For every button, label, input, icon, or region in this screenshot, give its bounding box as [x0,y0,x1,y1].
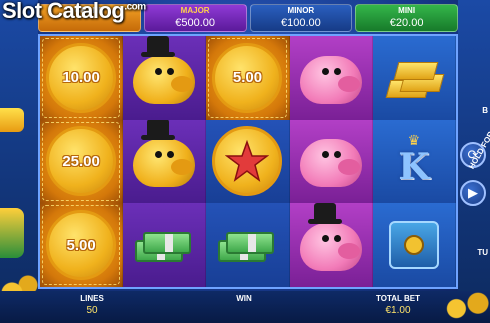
right-label-b: B [482,106,488,115]
total-bet-value: €1.00 [385,305,411,316]
top-hat-icon [141,119,176,141]
pink-piggy-bank-symbol [299,139,362,188]
coin-value: 25.00 [62,152,100,170]
reel-cell [289,119,373,204]
king-card-symbol: ♛ K [398,133,430,189]
coin-symbol: 25.00 [46,126,117,197]
lines-stat: LINES 50 [70,294,114,318]
coin-value: 5.00 [232,69,263,87]
reel-cell [372,203,456,287]
reel-cell [123,203,207,287]
total-bet-label: TOTAL BET [376,294,420,303]
reel-cell [289,36,373,120]
gold-piggy-bank-symbol [133,36,196,104]
top-hat-icon [141,36,176,57]
reel-grid: 10.00 5.00 25.00 ♛ K 5.00 [38,34,458,289]
pink-piggy-bank-symbol [299,55,362,104]
reel-cell [372,36,456,120]
turbo-label: TU [477,248,488,257]
coin-value: 5.00 [66,236,96,254]
reel-cell: 5.00 [206,36,290,120]
jackpot-value: €100.00 [280,17,321,29]
lines-value: 50 [86,305,98,316]
jackpot-minor: MINOR €100.00 [249,4,353,32]
card-letter: K [398,146,430,189]
reel-cell [206,119,290,204]
jackpot-label: MINOR [287,6,315,15]
safe-dial-icon [403,235,424,256]
coin-value: 10.00 [62,69,100,87]
autoplay-button[interactable]: ▶ [460,180,486,206]
jackpot-label: MAJOR [180,6,210,15]
reel-cell [123,119,207,204]
reel-cell: 10.00 [40,36,124,120]
bottom-bar: LINES 50 WIN TOTAL BET €1.00 [0,287,490,323]
game-logo-fragment-lower [0,208,24,258]
cash-stack-symbol [135,228,193,263]
safe-symbol [388,221,439,270]
coin-symbol: 5.00 [212,42,283,113]
reel-cell: ♛ K [372,119,456,204]
jackpot-major: MAJOR €500.00 [143,4,247,32]
coin-symbol: 10.00 [46,42,117,113]
star-icon [225,140,270,183]
jackpot-value: €20.00 [389,17,424,29]
star-coin-symbol [212,126,283,197]
play-icon: ▶ [468,185,478,200]
jackpot-label: MINI [398,6,416,15]
win-label: WIN [236,294,252,303]
jackpot-bar: GRAND MAJOR €500.00 MINOR €100.00 MINI €… [38,4,458,32]
total-bet-stat[interactable]: TOTAL BET €1.00 [368,294,428,318]
gold-piggy-bank-symbol [133,119,196,188]
reel-cell [123,36,207,120]
coin-pile-decoration [442,287,490,323]
jackpot-value: €500.00 [175,17,215,29]
jackpot-mini: MINI €20.00 [355,4,458,32]
reel-cell: 5.00 [40,203,124,287]
top-hat-icon [307,203,342,224]
jackpot-label: GRAND [74,6,105,15]
jackpot-grand: GRAND [38,4,141,32]
gold-bars-symbol [384,56,445,100]
win-stat: WIN [222,294,266,304]
reel-cell [289,203,373,287]
reel-cell [206,203,290,287]
cash-stack-symbol [218,228,276,263]
pink-piggy-bank-symbol [299,203,362,271]
crown-icon: ♛ [407,132,421,149]
coin-symbol: 5.00 [46,210,117,281]
lines-label: LINES [80,294,104,303]
game-logo-fragment [0,108,24,132]
reel-cell: 25.00 [40,119,124,204]
